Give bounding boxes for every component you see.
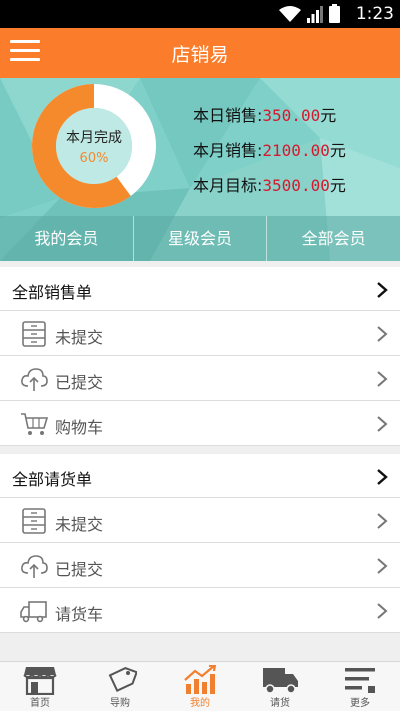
stat-value: 350.00	[262, 106, 321, 125]
purchase-unsubmitted-row[interactable]: 未提交	[0, 498, 400, 543]
clock: 1:23	[355, 4, 394, 24]
tab-all-members[interactable]: 全部会员	[267, 216, 400, 261]
purchase-submitted-row[interactable]: 已提交	[0, 543, 400, 588]
progress-percent: 60%	[79, 151, 109, 166]
row-label: 已提交	[55, 373, 104, 392]
row-label: 未提交	[55, 328, 104, 347]
nav-guide[interactable]: 导购	[80, 662, 160, 711]
nav-label: 导购	[110, 698, 130, 709]
nav-label: 首页	[30, 698, 50, 709]
stat-monthly-sales: 本月销售:2100.00元	[193, 137, 346, 172]
stat-label: 本月目标:	[193, 176, 263, 195]
member-tabs: 我的会员 星级会员 全部会员	[0, 216, 400, 261]
sales-stats: 本日销售:350.00元 本月销售:2100.00元 本月目标:3500.00元	[193, 102, 346, 207]
shopping-cart-row[interactable]: 购物车	[0, 401, 400, 446]
row-label: 未提交	[55, 515, 104, 534]
purchase-orders-section: 全部请货单 未提交 已提交 请货车	[0, 454, 400, 633]
sales-orders-section: 全部销售单 未提交 已提交 购物车	[0, 267, 400, 446]
stat-unit: 元	[329, 141, 346, 160]
purchase-orders-header[interactable]: 全部请货单	[0, 454, 400, 498]
sales-orders-header[interactable]: 全部销售单	[0, 267, 400, 311]
signal-icon	[307, 6, 323, 23]
stat-label: 本月销售:	[193, 141, 263, 160]
tab-star-members[interactable]: 星级会员	[134, 216, 268, 261]
nav-label: 更多	[350, 698, 370, 709]
nav-label: 我的	[190, 698, 210, 709]
chevron-right-icon	[377, 371, 388, 387]
row-label: 已提交	[55, 560, 104, 579]
nav-request[interactable]: 请货	[240, 662, 320, 711]
purchase-cart-row[interactable]: 请货车	[0, 588, 400, 633]
chevron-right-icon	[377, 558, 388, 574]
stat-value: 3500.00	[262, 176, 330, 195]
chevron-right-icon	[377, 603, 388, 619]
status-icons	[279, 4, 340, 23]
nav-mine[interactable]: 我的	[160, 662, 240, 711]
status-bar: 1:23	[0, 0, 400, 28]
bottom-nav: 首页 导购 我的 请货 更多	[0, 661, 400, 711]
chevron-right-icon	[377, 326, 388, 342]
sales-unsubmitted-row[interactable]: 未提交	[0, 311, 400, 356]
truck-icon	[20, 601, 47, 623]
summary-panel: 本月完成 60% 本日销售:350.00元 本月销售:2100.00元 本月目标…	[0, 78, 400, 261]
chevron-right-icon	[377, 513, 388, 529]
chevron-right-icon	[377, 469, 388, 485]
cloud-upload-icon	[21, 368, 48, 391]
tag-icon	[108, 667, 137, 693]
wifi-icon	[279, 6, 301, 22]
chart-icon	[184, 665, 217, 694]
stat-label: 本日销售:	[193, 106, 263, 125]
app-title: 店销易	[171, 44, 229, 66]
stat-daily-sales: 本日销售:350.00元	[193, 102, 346, 137]
section-title: 全部销售单	[12, 283, 93, 302]
more-icon	[345, 668, 375, 693]
chevron-right-icon	[377, 416, 388, 432]
section-title: 全部请货单	[12, 470, 93, 489]
store-icon	[23, 667, 57, 695]
chevron-right-icon	[377, 282, 388, 298]
drawer-icon	[22, 508, 46, 534]
cloud-upload-icon	[21, 555, 48, 578]
stat-value: 2100.00	[262, 141, 330, 160]
nav-label: 请货	[270, 698, 290, 709]
row-label: 请货车	[55, 605, 104, 624]
stat-unit: 元	[329, 176, 346, 195]
row-label: 购物车	[55, 418, 104, 437]
stat-monthly-target: 本月目标:3500.00元	[193, 172, 346, 207]
app-bar: 店销易	[0, 28, 400, 78]
truck-icon	[263, 668, 298, 694]
nav-more[interactable]: 更多	[320, 662, 400, 711]
progress-caption: 本月完成	[66, 130, 122, 146]
tab-my-members[interactable]: 我的会员	[0, 216, 134, 261]
nav-home[interactable]: 首页	[0, 662, 80, 711]
drawer-icon	[22, 321, 46, 347]
stat-unit: 元	[320, 106, 337, 125]
sales-submitted-row[interactable]: 已提交	[0, 356, 400, 401]
cart-icon	[21, 413, 48, 435]
battery-icon	[329, 4, 340, 23]
